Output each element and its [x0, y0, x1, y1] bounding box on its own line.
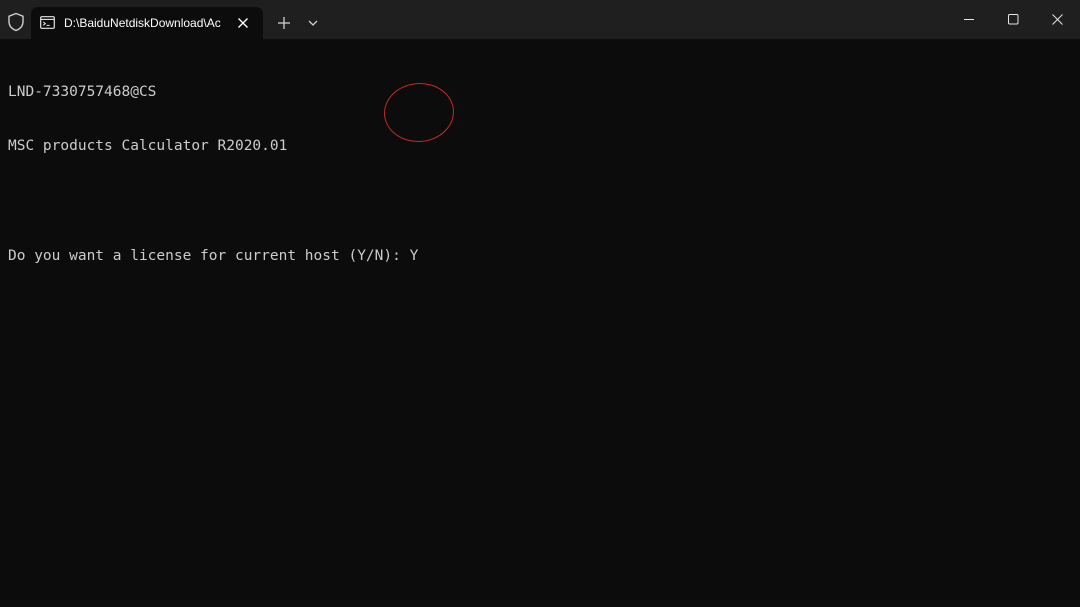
- chevron-down-icon[interactable]: [303, 13, 323, 33]
- tab-title: D:\BaiduNetdiskDownload\Ac: [64, 16, 221, 30]
- title-bar: D:\BaiduNetdiskDownload\Ac: [0, 0, 1080, 39]
- terminal-window: D:\BaiduNetdiskDownload\Ac LND-733075746…: [0, 0, 1080, 607]
- terminal-icon: [40, 16, 55, 29]
- maximize-icon[interactable]: [991, 0, 1035, 39]
- close-icon[interactable]: [233, 13, 253, 33]
- console-line: MSC products Calculator R2020.01: [8, 138, 288, 155]
- plus-icon[interactable]: [274, 13, 294, 33]
- console-line: Do you want a license for current host (…: [8, 248, 419, 265]
- shield-icon[interactable]: [7, 12, 25, 32]
- console-output[interactable]: LND-7330757468@CS MSC products Calculato…: [8, 46, 1068, 302]
- tab-active[interactable]: D:\BaiduNetdiskDownload\Ac: [31, 7, 263, 39]
- console-line: LND-7330757468@CS: [8, 83, 157, 100]
- close-icon[interactable]: [1035, 0, 1079, 39]
- minimize-icon[interactable]: [947, 0, 991, 39]
